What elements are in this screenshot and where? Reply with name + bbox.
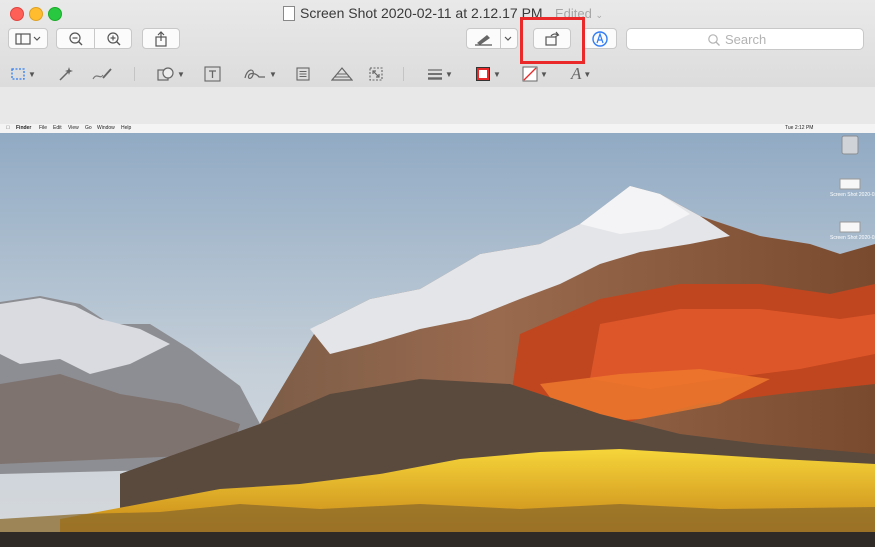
desktop-icon-label: Screen Shot 2020-02...12.17 PM <box>830 235 875 241</box>
sign-tool[interactable]: ▼ <box>243 64 277 84</box>
chevron-down-icon: ▼ <box>445 69 453 79</box>
chevron-down-icon: ▼ <box>540 69 548 79</box>
menubar-item: Edit <box>53 125 62 131</box>
search-field[interactable]: Search <box>626 28 864 50</box>
shape-style-tool[interactable]: ▼ <box>427 64 453 84</box>
shapes-icon <box>157 67 174 81</box>
titlebar: Screen Shot 2020-02-11 at 2.12.17 PM Edi… <box>0 0 875 87</box>
menubar-clock: Tue 2:12 PM <box>785 125 814 131</box>
note-icon <box>296 67 310 81</box>
screenshot-menubar:  Finder File Edit View Go Window Help T… <box>0 124 875 133</box>
adjust-size-tool[interactable] <box>368 64 384 84</box>
selection-tool[interactable]: ▼ <box>10 64 36 84</box>
instant-alpha-tool[interactable] <box>56 64 74 84</box>
preview-window: Screen Shot 2020-02-11 at 2.12.17 PM Edi… <box>0 0 875 547</box>
signature-icon <box>244 69 265 79</box>
desktop-wallpaper <box>0 124 875 547</box>
zoom-in-button[interactable] <box>94 28 132 49</box>
markup-icon <box>591 30 608 47</box>
menubar-item: Finder <box>16 125 32 131</box>
window-title: Screen Shot 2020-02-11 at 2.12.17 PM <box>300 5 543 21</box>
chevron-down-icon: ▼ <box>177 69 185 79</box>
highlight-button[interactable] <box>466 28 518 49</box>
resize-icon <box>369 67 383 81</box>
document-gutter <box>0 87 875 124</box>
sidebar-icon <box>15 32 41 45</box>
border-color-swatch-icon <box>476 67 490 81</box>
share-button[interactable] <box>142 28 180 49</box>
markup-toolbar: ▼ ▼ ▼ ▼ ▼ ▼ A ▼ <box>0 60 875 87</box>
note-tool[interactable] <box>295 64 311 84</box>
text-style-tool[interactable]: A ▼ <box>571 64 591 84</box>
sketch-tool[interactable] <box>91 64 113 84</box>
share-icon <box>155 30 167 47</box>
text-tool[interactable] <box>204 64 222 84</box>
chevron-down-icon: ▼ <box>269 69 277 79</box>
desktop-icon-label: Screen Shot 2020-02...12.17 PM <box>830 192 875 198</box>
document-proxy-icon[interactable] <box>283 6 295 21</box>
sketch-pen-icon <box>92 68 112 80</box>
toolbar-divider <box>134 67 135 81</box>
rectangular-selection-icon <box>11 68 25 80</box>
text-box-icon <box>204 66 221 82</box>
menubar-item: Window <box>97 125 115 131</box>
text-style-icon: A <box>571 64 582 83</box>
magic-wand-icon <box>59 67 73 81</box>
line-style-icon <box>428 69 442 80</box>
view-menu-button[interactable] <box>8 28 48 49</box>
rotate-highlight-box <box>520 17 585 64</box>
zoom-window-button[interactable] <box>48 7 62 21</box>
chevron-down-icon: ▼ <box>493 69 501 79</box>
zoom-out-button[interactable] <box>56 28 93 49</box>
close-window-button[interactable] <box>10 7 24 21</box>
adjust-color-icon <box>331 67 353 81</box>
chevron-down-icon: ⌄ <box>595 10 604 20</box>
chevron-down-icon: ▼ <box>583 69 592 79</box>
toolbar-divider <box>403 67 404 81</box>
menubar-item: Go <box>85 125 92 131</box>
adjust-color-tool[interactable] <box>331 64 353 84</box>
screenshot-image[interactable]:  Finder File Edit View Go Window Help T… <box>0 124 875 547</box>
highlighter-icon <box>475 34 512 46</box>
shapes-tool[interactable]: ▼ <box>157 64 185 84</box>
apple-menu-icon:  <box>6 125 10 131</box>
markup-toolbar-button[interactable] <box>582 28 617 49</box>
chevron-down-icon: ▼ <box>28 69 36 79</box>
search-placeholder: Search <box>725 32 767 47</box>
menubar-item: View <box>68 125 79 131</box>
menubar-item: File <box>39 125 48 131</box>
search-icon <box>708 34 720 46</box>
menubar-item: Help <box>121 125 132 131</box>
fill-color-swatch-icon <box>522 66 538 82</box>
minimize-window-button[interactable] <box>29 7 43 21</box>
border-color-tool[interactable]: ▼ <box>475 64 501 84</box>
fill-color-tool[interactable]: ▼ <box>522 64 548 84</box>
